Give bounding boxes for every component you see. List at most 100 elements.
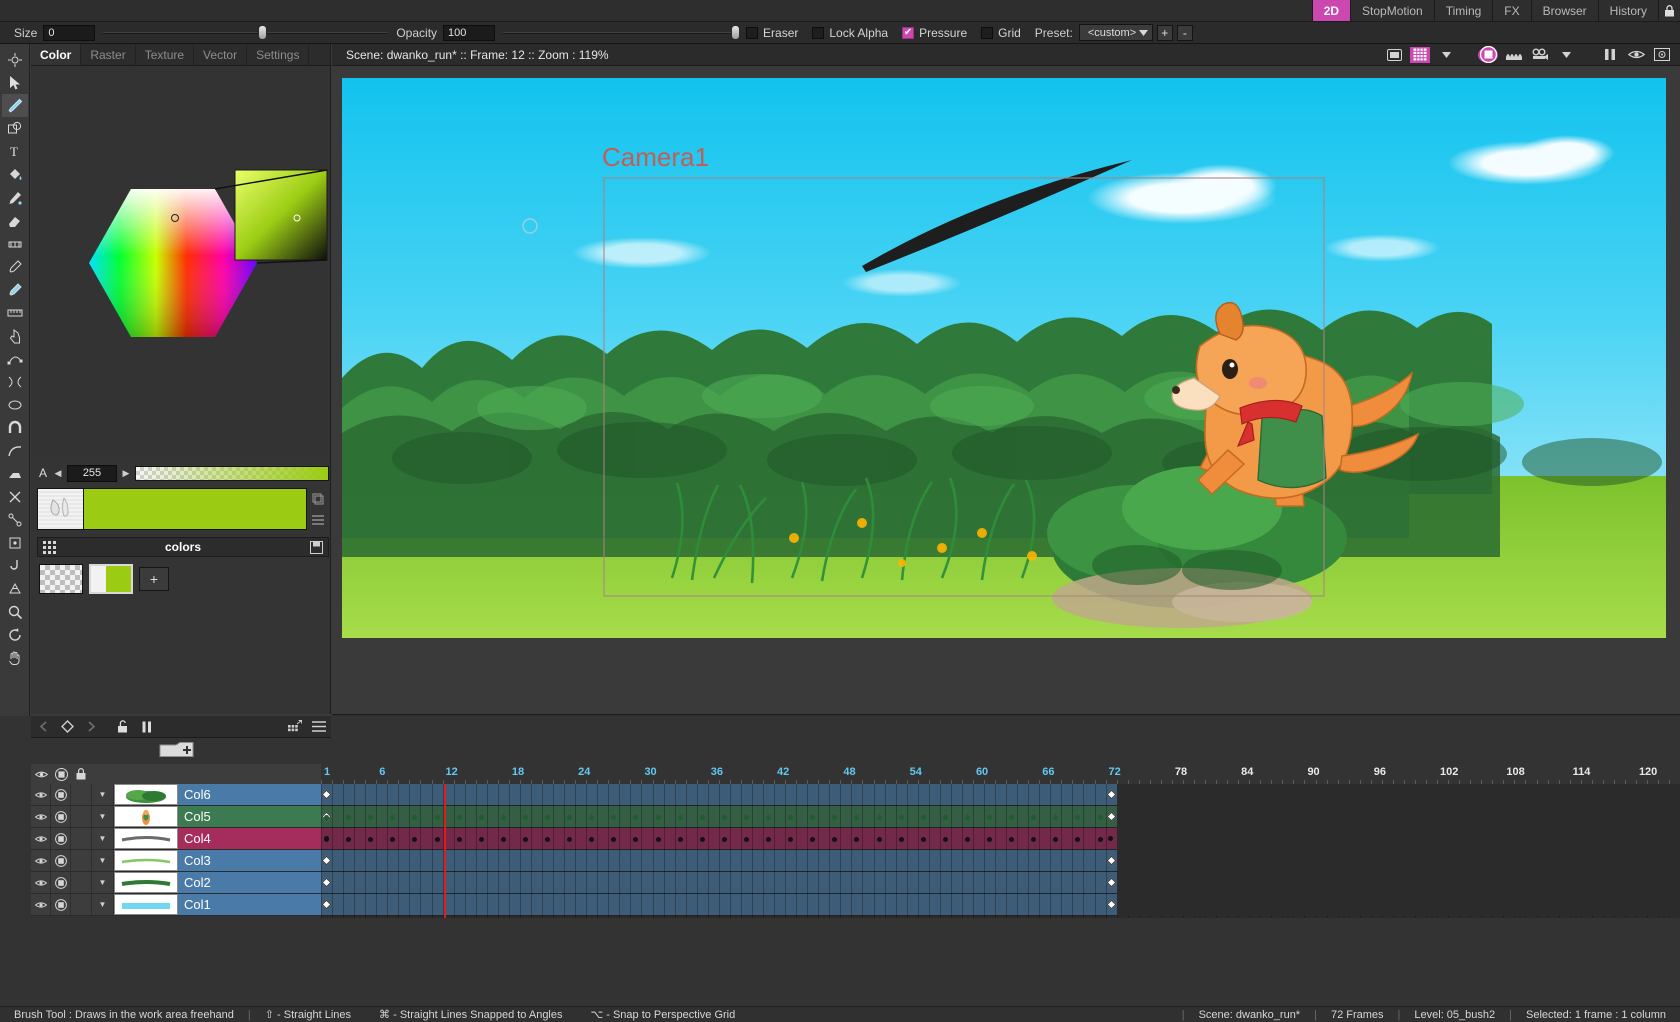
cell-marker[interactable] xyxy=(435,815,440,820)
cell-marker[interactable] xyxy=(457,815,462,820)
cell-marker[interactable] xyxy=(943,837,948,842)
current-style-swatch[interactable] xyxy=(37,488,329,530)
cell-marker[interactable] xyxy=(545,837,550,842)
frame-ruler[interactable]: 1612182430364248546066727884909610210811… xyxy=(321,764,1680,784)
keyframe-marker[interactable] xyxy=(1108,836,1113,841)
cell-marker[interactable] xyxy=(899,815,904,820)
alpha-gradient-slider[interactable] xyxy=(135,466,329,481)
lock-alpha-checkbox[interactable]: Lock Alpha xyxy=(812,26,888,40)
cell-marker[interactable] xyxy=(965,815,970,820)
tab-color[interactable]: Color xyxy=(31,44,81,65)
row-thumbnail[interactable] xyxy=(114,806,178,827)
view-mode-dropdown-icon[interactable] xyxy=(1436,47,1456,63)
color-hexagon[interactable] xyxy=(39,156,329,371)
cell-marker[interactable] xyxy=(722,815,727,820)
cell-marker[interactable] xyxy=(766,837,771,842)
cell-marker[interactable] xyxy=(943,815,948,820)
opacity-input[interactable] xyxy=(443,25,495,41)
cell-marker[interactable] xyxy=(877,815,882,820)
magnet-tool-button[interactable] xyxy=(2,416,28,439)
size-slider[interactable] xyxy=(103,26,388,40)
eye-toggle-header-icon[interactable] xyxy=(31,770,51,779)
safe-area-icon[interactable] xyxy=(1652,47,1672,63)
cell-marker[interactable] xyxy=(1098,837,1103,842)
table-row[interactable]: ▼ Col5 xyxy=(31,806,321,828)
selection-tool-button[interactable] xyxy=(2,71,28,94)
lock-rooms-button[interactable] xyxy=(1658,0,1680,21)
cell-marker[interactable] xyxy=(921,837,926,842)
cell-marker[interactable] xyxy=(479,815,484,820)
tracker-tool-button[interactable] xyxy=(2,531,28,554)
chip-green[interactable] xyxy=(89,564,133,594)
room-tab-stopmotion[interactable]: StopMotion xyxy=(1350,0,1434,21)
empty-cells[interactable] xyxy=(1117,850,1680,872)
chip-transparent[interactable] xyxy=(39,564,83,594)
column-name-col4[interactable]: Col4 xyxy=(178,828,321,849)
column-name-col1[interactable]: Col1 xyxy=(178,894,321,915)
cutter-tool-button[interactable] xyxy=(2,485,28,508)
cell-marker[interactable] xyxy=(501,837,506,842)
cell-marker[interactable] xyxy=(877,837,882,842)
plastic-tool-button[interactable] xyxy=(2,577,28,600)
iron-tool-button[interactable] xyxy=(2,462,28,485)
row-thumbnail[interactable] xyxy=(114,872,178,893)
hook-tool-button[interactable] xyxy=(2,554,28,577)
cell-marker[interactable] xyxy=(523,837,528,842)
style-picker-tool-button[interactable] xyxy=(2,255,28,278)
cell-marker[interactable] xyxy=(678,837,683,842)
tab-raster[interactable]: Raster xyxy=(81,44,135,65)
row-thumbnail[interactable] xyxy=(114,784,178,805)
table-row[interactable]: ▼ Col1 xyxy=(31,894,321,916)
chevron-down-icon[interactable] xyxy=(1556,47,1576,63)
empty-cells[interactable] xyxy=(1117,872,1680,894)
empty-cells[interactable] xyxy=(1117,806,1680,828)
room-tab-timing[interactable]: Timing xyxy=(1434,0,1493,21)
fill-tool-button[interactable] xyxy=(2,163,28,186)
grid-checkbox[interactable]: Grid xyxy=(981,26,1021,40)
cell-marker[interactable] xyxy=(435,837,440,842)
xsheet-toggle-layout-button[interactable] xyxy=(283,717,307,737)
preview-icon[interactable] xyxy=(1478,47,1498,63)
eraser-checkbox[interactable]: Eraser xyxy=(746,26,798,40)
tab-vector[interactable]: Vector xyxy=(194,44,247,65)
cell-marker[interactable] xyxy=(523,815,528,820)
add-style-button[interactable]: + xyxy=(139,567,169,591)
row-config-dropdown[interactable]: ▼ xyxy=(92,894,114,915)
camera-view-icon[interactable] xyxy=(1384,47,1404,63)
palette-grid-icon[interactable] xyxy=(43,541,56,554)
cell-marker[interactable] xyxy=(921,815,926,820)
pressure-checkbox[interactable]: Pressure xyxy=(902,26,967,40)
skeleton-tool-button[interactable] xyxy=(2,508,28,531)
playhead[interactable] xyxy=(444,784,446,918)
row-thumbnail[interactable] xyxy=(114,850,178,871)
cell-marker[interactable] xyxy=(479,837,484,842)
cell-marker[interactable] xyxy=(899,837,904,842)
cell-marker[interactable] xyxy=(722,837,727,842)
save-palette-icon[interactable] xyxy=(310,541,323,554)
cell-marker[interactable] xyxy=(324,815,329,820)
row-camstand-toggle[interactable] xyxy=(51,784,71,805)
row-eye-toggle[interactable] xyxy=(31,872,51,893)
row-thumbnail[interactable] xyxy=(114,894,178,915)
column-name-col6[interactable]: Col6 xyxy=(178,784,321,805)
style-menu-icon[interactable] xyxy=(312,515,324,525)
row-config-dropdown[interactable]: ▼ xyxy=(92,806,114,827)
row-eye-toggle[interactable] xyxy=(31,828,51,849)
cell-marker[interactable] xyxy=(744,837,749,842)
row-eye-toggle[interactable] xyxy=(31,784,51,805)
cell-marker[interactable] xyxy=(965,837,970,842)
xsheet-lock-button[interactable] xyxy=(111,717,135,737)
row-eye-toggle[interactable] xyxy=(31,850,51,871)
table-row[interactable]: ▼ Col3 xyxy=(31,850,321,872)
xsheet-options-button[interactable] xyxy=(307,717,331,737)
cell-marker[interactable] xyxy=(501,815,506,820)
row-thumbnail[interactable] xyxy=(114,828,178,849)
eraser-checkbox-box[interactable] xyxy=(746,27,758,39)
xsheet-pause-button[interactable] xyxy=(135,717,159,737)
room-tab-history[interactable]: History xyxy=(1598,0,1658,21)
row-config-dropdown[interactable]: ▼ xyxy=(92,850,114,871)
camstand-toggle-header-icon[interactable] xyxy=(51,768,71,781)
finger-tool-button[interactable] xyxy=(2,324,28,347)
smart-raster-brush-tool-button[interactable] xyxy=(2,186,28,209)
bender-tool-button[interactable] xyxy=(2,439,28,462)
